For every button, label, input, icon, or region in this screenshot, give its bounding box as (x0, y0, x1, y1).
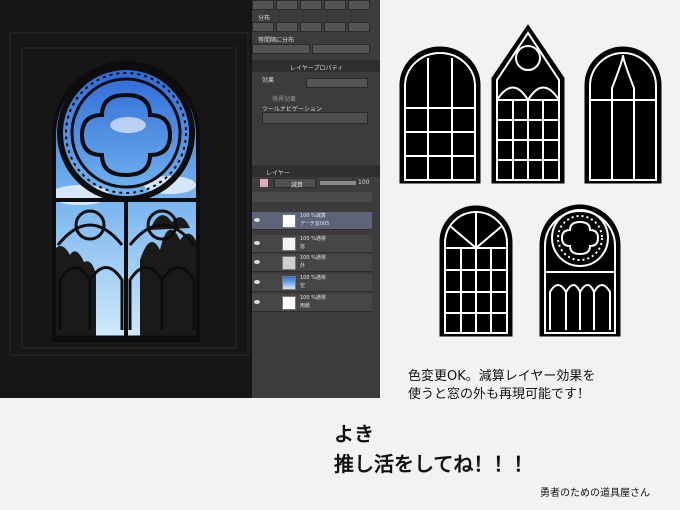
canvas-artwork (9, 32, 249, 356)
layer-color-swatch[interactable] (260, 179, 268, 187)
opacity-slider[interactable] (320, 181, 356, 185)
section-distribute-label: 分布 (258, 15, 271, 22)
distribute-3-button[interactable] (300, 22, 322, 32)
layer-row[interactable]: 100 %通常 空 (252, 274, 372, 292)
border-effect-label: 境界効果 (272, 96, 297, 103)
align-bottom-button[interactable] (348, 0, 370, 10)
eye-icon[interactable] (254, 279, 260, 285)
blend-mode-select[interactable]: 減算 (274, 178, 316, 189)
layer-thumbnail (282, 237, 296, 251)
layer-thumbnail (282, 276, 296, 290)
layer-blend-label: 100 %通常 (300, 236, 326, 242)
effect-label: 効果 (262, 77, 275, 84)
layer-blend-label: 100 %通常 (300, 255, 326, 261)
distribute-5-button[interactable] (348, 22, 370, 32)
equal-horizontal-button[interactable] (252, 44, 310, 54)
distribute-1-button[interactable] (252, 22, 274, 32)
tab-layer-property[interactable]: レイヤープロパティ (290, 63, 343, 72)
align-right-button[interactable] (300, 0, 322, 10)
eye-icon[interactable] (254, 299, 260, 305)
align-top-button[interactable] (324, 0, 346, 10)
layer-name: 空 (300, 283, 306, 289)
eye-icon[interactable] (254, 259, 260, 265)
layer-name: 窓 (300, 244, 306, 250)
layer-toolbar[interactable] (252, 192, 372, 202)
layer-thumbnail (282, 256, 296, 270)
distribute-4-button[interactable] (324, 22, 346, 32)
layer-name: アーチ窓005 (300, 221, 330, 227)
layer-panel: 分布 等間隔に分布 レイヤープロパティ 効果 境界効果 ツールナビゲーション レ… (252, 0, 380, 398)
eye-icon[interactable] (254, 217, 260, 223)
canvas-area[interactable] (0, 0, 252, 398)
message-line-2: 推し活をしてね！！！ (334, 452, 534, 476)
window-samples: 色変更OK。減算レイヤー効果を 使うと窓の外も再現可能です！ (380, 0, 680, 402)
layer-blend-label: 100 %通常 (300, 295, 326, 301)
align-left-button[interactable] (252, 0, 274, 10)
layer-row[interactable]: 100 %通常 用紙 (252, 294, 372, 312)
layer-row[interactable]: 100 %通常 窓 (252, 235, 372, 253)
equal-vertical-button[interactable] (312, 44, 370, 54)
layer-thumbnail (282, 214, 296, 228)
effect-buttons[interactable] (306, 78, 368, 88)
align-center-button[interactable] (276, 0, 298, 10)
opacity-value: 100 (358, 179, 370, 186)
layer-name: 外 (300, 263, 306, 269)
window-silhouettes (399, 24, 662, 337)
message-line-1: よき (334, 422, 374, 446)
layer-row[interactable]: 100 %減算 アーチ窓005 (252, 212, 372, 230)
caption-line-2: 使うと窓の外も再現可能です！ (408, 387, 591, 402)
section-equal-label: 等間隔に分布 (258, 37, 295, 44)
signature: 勇者のための道具屋さん (540, 488, 650, 499)
caption-line-1: 色変更OK。減算レイヤー効果を (408, 369, 596, 384)
layer-name: 用紙 (300, 303, 311, 309)
layer-blend-label: 100 %通常 (300, 275, 326, 281)
distribute-2-button[interactable] (276, 22, 298, 32)
eye-icon[interactable] (254, 240, 260, 246)
tool-navigation-button[interactable] (262, 112, 368, 124)
layer-thumbnail (282, 296, 296, 310)
layer-row[interactable]: 100 %通常 外 (252, 254, 372, 272)
tab-layer[interactable]: レイヤー (266, 168, 290, 177)
layer-blend-label: 100 %減算 (300, 213, 326, 219)
